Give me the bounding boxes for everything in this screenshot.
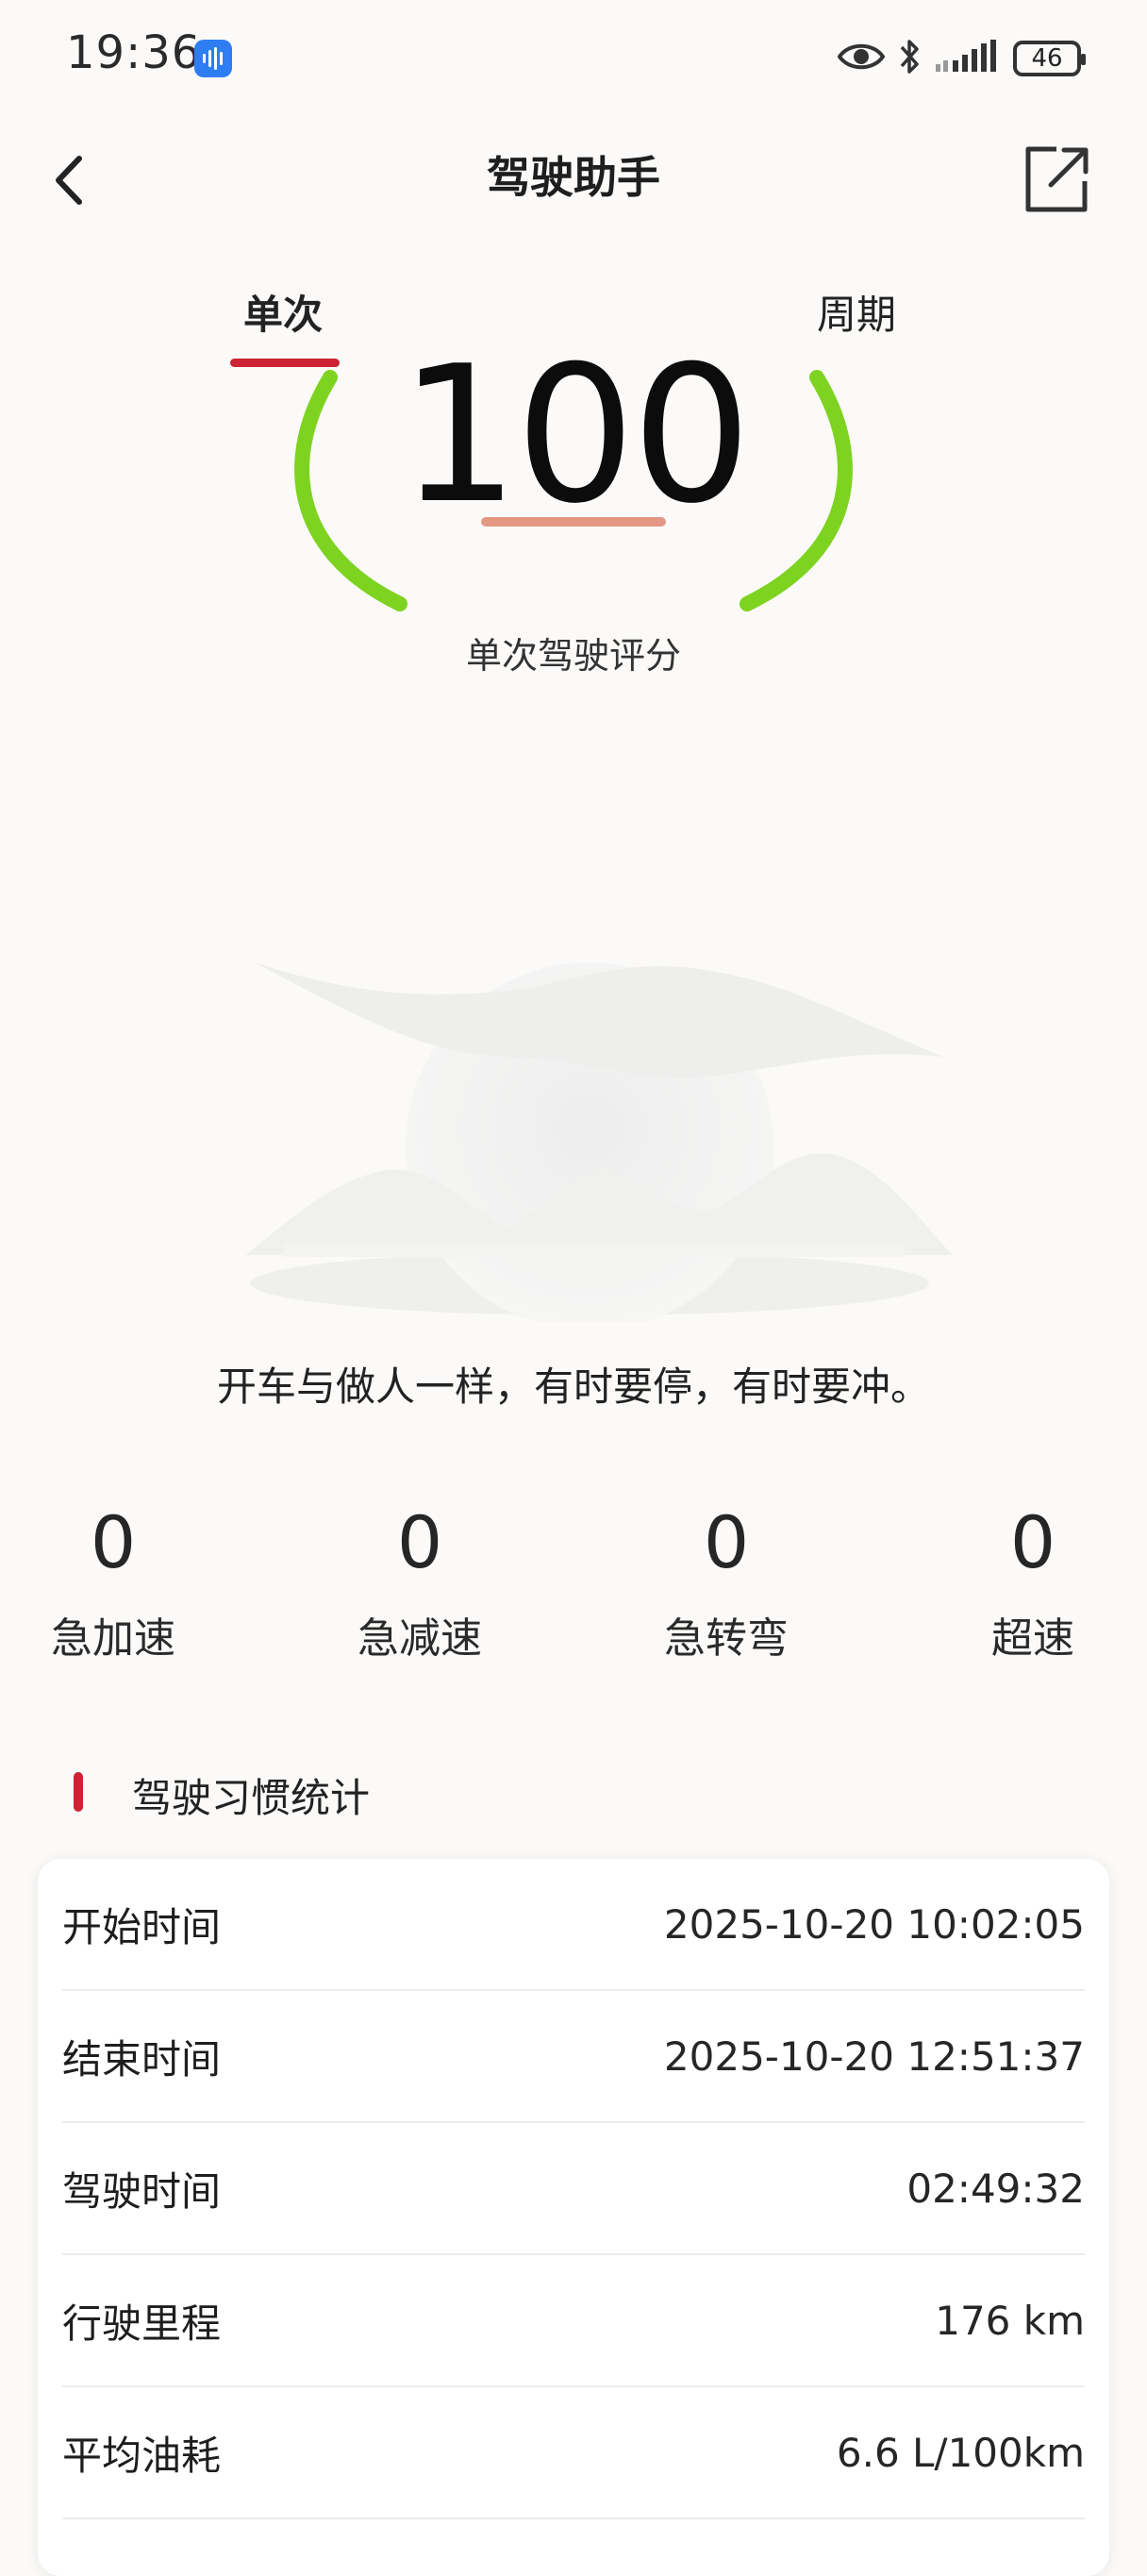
stat-value: 0: [90, 1500, 137, 1584]
stat-label: 急减速: [357, 1614, 482, 1663]
stat-label: 急转弯: [664, 1614, 789, 1663]
score-value: 100: [399, 326, 752, 545]
stat-hard-braking: 0 急减速: [307, 1500, 533, 1664]
row-value: 2025-10-20 10:02:05: [663, 1900, 1085, 1948]
battery-icon: 46: [1013, 41, 1086, 76]
habit-row-fuel-consumption: 平均油耗 6.6 L/100km: [62, 2387, 1085, 2519]
stat-speeding: 0 超速: [920, 1500, 1146, 1664]
habit-row-mileage: 行驶里程 176 km: [62, 2255, 1085, 2387]
row-value: 02:49:32: [906, 2165, 1085, 2212]
row-value: 6.6 L/100km: [836, 2429, 1085, 2476]
score-underline: [481, 517, 666, 527]
stat-value: 0: [1009, 1500, 1056, 1584]
landscape-illustration: [245, 962, 953, 1321]
page-title: 驾驶助手: [487, 152, 660, 203]
bluetooth-icon: [898, 38, 921, 79]
stat-label: 急加速: [51, 1614, 175, 1663]
section-title: 驾驶习惯统计: [132, 1775, 371, 1821]
stat-hard-acceleration: 0 急加速: [0, 1500, 226, 1664]
row-label: 结束时间: [62, 2035, 222, 2083]
row-label: 平均油耗: [62, 2432, 222, 2479]
section-marker: [74, 1772, 83, 1812]
habit-row-driving-time: 驾驶时间 02:49:32: [62, 2123, 1085, 2255]
battery-level: 46: [1031, 44, 1063, 73]
stat-value: 0: [703, 1500, 750, 1584]
habit-row-end-time: 结束时间 2025-10-20 12:51:37: [62, 1991, 1085, 2123]
status-icons: 46: [837, 34, 1086, 83]
share-external-icon: [1019, 146, 1094, 221]
eye-icon: [837, 41, 886, 76]
row-label: 行驶里程: [62, 2300, 222, 2347]
row-label: 开始时间: [62, 1903, 222, 1950]
habit-row-start-time: 开始时间 2025-10-20 10:02:05: [62, 1859, 1085, 1991]
row-value: 176 km: [935, 2297, 1085, 2344]
score-label: 单次驾驶评分: [465, 635, 681, 677]
row-label: 驾驶时间: [62, 2167, 222, 2215]
driving-habits-card: 开始时间 2025-10-20 10:02:05 结束时间 2025-10-20…: [38, 1859, 1109, 2576]
voice-app-icon: [194, 40, 232, 77]
tab-single[interactable]: 单次: [243, 283, 323, 341]
stat-sharp-turn: 0 急转弯: [613, 1500, 839, 1664]
tab-period[interactable]: 周期: [817, 283, 896, 341]
stat-label: 超速: [991, 1614, 1074, 1663]
status-time: 19:36: [66, 26, 202, 79]
stat-value: 0: [396, 1500, 443, 1584]
motto-text: 开车与做人一样，有时要停，有时要冲。: [216, 1363, 930, 1410]
row-value: 2025-10-20 12:51:37: [663, 2032, 1085, 2080]
signal-icon: [934, 40, 1000, 77]
share-button[interactable]: [1019, 142, 1094, 217]
